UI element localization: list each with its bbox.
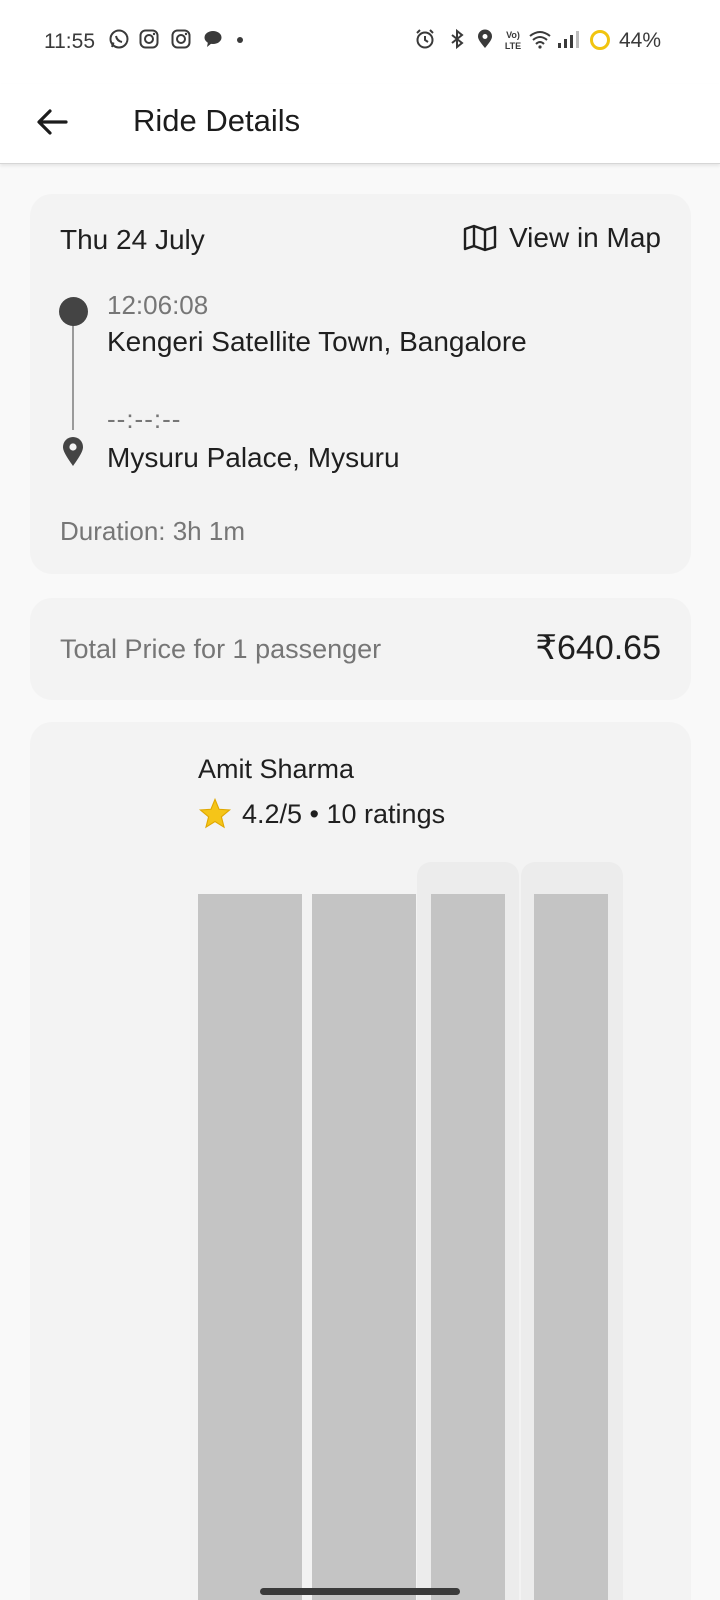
driver-card[interactable]: Amit Sharma 4.2/5 • 10 ratings — [30, 722, 691, 1600]
alarm-icon — [416, 29, 434, 49]
drop-time: --:--:-- — [107, 404, 182, 434]
trip-card: Thu 24 July View in Map 12:06:08 Kengeri… — [30, 194, 691, 574]
back-button[interactable] — [30, 100, 74, 144]
drop-pin-icon — [63, 437, 83, 466]
pickup-dot-icon — [59, 297, 88, 326]
screen: 11:55 Vo) LTE 44% Ride Details Thu 24 Ju… — [0, 0, 720, 1600]
battery-percent: 44% — [619, 29, 662, 52]
price-value: ₹640.65 — [535, 629, 661, 667]
map-icon — [463, 224, 497, 252]
svg-text:LTE: LTE — [505, 41, 521, 51]
page-title: Ride Details — [133, 103, 301, 138]
whatsapp-icon — [109, 29, 129, 49]
price-label: Total Price for 1 passenger — [60, 634, 382, 664]
pickup-time: 12:06:08 — [107, 290, 209, 320]
trip-duration: Duration: 3h 1m — [60, 516, 245, 546]
route-line — [72, 312, 74, 430]
instagram-icon — [139, 29, 159, 49]
svg-text:Vo): Vo) — [506, 30, 520, 40]
drop-place: Mysuru Palace, Mysuru — [107, 442, 400, 473]
driver-rating: 4.2/5 • 10 ratings — [198, 798, 445, 830]
wifi-icon — [529, 31, 551, 49]
app-bar: Ride Details — [0, 84, 720, 164]
loading-skeleton — [534, 894, 608, 1600]
signal-icon — [558, 31, 579, 48]
view-in-map-button[interactable]: View in Map — [463, 222, 661, 254]
driver-name: Amit Sharma — [198, 754, 355, 784]
instagram-icon — [171, 29, 191, 49]
battery-saver-icon — [590, 30, 610, 50]
chat-icon — [204, 31, 222, 47]
price-card: Total Price for 1 passenger ₹640.65 — [30, 598, 691, 700]
loading-skeleton — [312, 894, 416, 1600]
bluetooth-icon — [451, 28, 464, 50]
dot-icon — [237, 37, 243, 43]
status-time: 11:55 — [44, 30, 95, 53]
pickup-place: Kengeri Satellite Town, Bangalore — [107, 326, 527, 357]
trip-date: Thu 24 July — [60, 224, 205, 255]
view-in-map-label: View in Map — [508, 222, 661, 253]
star-icon — [198, 798, 232, 829]
volte-icon: Vo) LTE — [505, 30, 521, 51]
rating-text: 4.2/5 • 10 ratings — [242, 798, 446, 829]
loading-skeleton — [198, 894, 302, 1600]
loading-skeleton — [431, 894, 505, 1600]
location-icon — [478, 29, 492, 48]
home-indicator[interactable] — [260, 1588, 460, 1595]
status-bar: 11:55 Vo) LTE 44% — [0, 0, 720, 84]
arrow-left-icon — [37, 109, 68, 135]
